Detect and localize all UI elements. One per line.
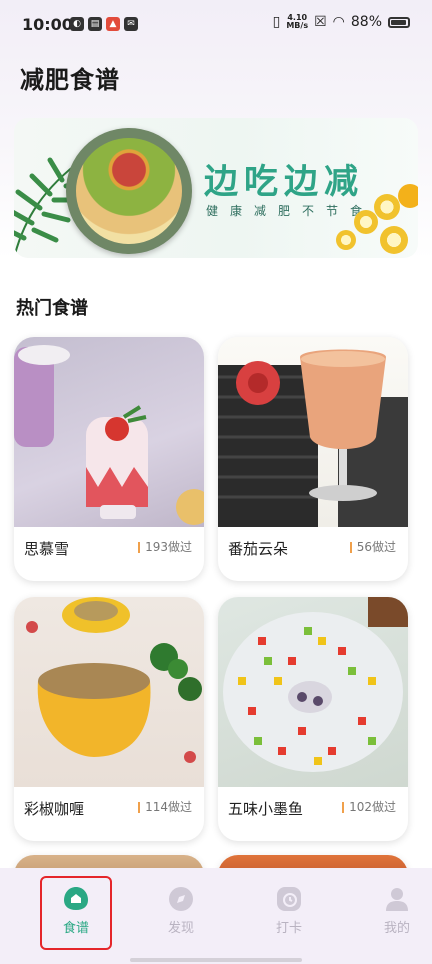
status-bar: 10:00 ◐ ▤ ▲ ✉ ▯ 4.10 MB/s ☒ ◠ 88% <box>0 0 432 48</box>
salad-image <box>76 138 182 244</box>
recipe-name: 彩椒咖喱 <box>24 800 85 818</box>
recipe-made-count: 102做过 <box>342 801 396 813</box>
recipe-name: 番茄云朵 <box>228 540 289 558</box>
page-title: 减肥食谱 <box>20 66 120 94</box>
recipe-photo <box>14 337 204 527</box>
recipe-card[interactable]: 彩椒咖喱 114做过 <box>14 597 204 841</box>
status-time: 10:00 <box>22 15 73 34</box>
message-icon: ✉ <box>124 17 138 31</box>
sim-icon: ☒ <box>314 14 327 30</box>
banner-subtitle: 健康减肥不节食 <box>206 204 375 218</box>
recipe-photo <box>218 597 408 787</box>
compass-icon <box>169 887 193 911</box>
banner[interactable]: 边吃边减 健康减肥不节食 <box>14 118 418 258</box>
tab-label: 发现 <box>167 921 194 936</box>
recipe-name: 思慕雪 <box>24 540 70 558</box>
tab-profile[interactable]: 我的 <box>362 882 432 946</box>
recipe-card[interactable]: 思慕雪 193做过 <box>14 337 204 581</box>
tab-discover[interactable]: 发现 <box>146 882 216 946</box>
recipe-card[interactable]: 五味小墨鱼 102做过 <box>218 597 408 841</box>
orange-image <box>398 184 418 208</box>
banner-headline: 边吃边减 <box>204 162 364 202</box>
home-indicator[interactable] <box>130 958 302 962</box>
recipe-made-count: 193做过 <box>138 541 192 553</box>
tab-label: 我的 <box>383 921 410 936</box>
battery-percent: 88% <box>350 14 382 30</box>
tab-checkin[interactable]: 打卡 <box>254 882 324 946</box>
vibrate-icon: ▯ <box>272 14 281 30</box>
user-icon <box>386 888 408 911</box>
notification-icon: ◐ <box>70 17 84 31</box>
battery-icon <box>388 16 410 28</box>
recipe-photo <box>218 337 408 527</box>
lemon-slice-image <box>354 210 378 234</box>
section-title: 热门食谱 <box>16 298 88 319</box>
net-speed: 4.10 MB/s <box>286 14 308 30</box>
lemon-slice-image <box>374 194 400 220</box>
lemon-slice-image <box>380 226 408 254</box>
highlight-box <box>40 876 112 950</box>
recipe-card[interactable]: 番茄云朵 56做过 <box>218 337 408 581</box>
mail-icon: ▤ <box>88 17 102 31</box>
app-badge-icon: ▲ <box>106 17 120 31</box>
tab-label: 打卡 <box>275 921 302 936</box>
recipe-name: 五味小墨鱼 <box>228 800 304 818</box>
lemon-slice-image <box>336 230 356 250</box>
status-right: ▯ 4.10 MB/s ☒ ◠ 88% <box>273 14 410 30</box>
net-speed-unit: MB/s <box>286 21 309 30</box>
recipe-made-count: 56做过 <box>349 541 396 553</box>
recipe-photo <box>14 597 204 787</box>
wifi-icon: ◠ <box>332 14 345 30</box>
clock-icon <box>277 887 301 911</box>
recipe-made-count: 114做过 <box>138 801 192 813</box>
